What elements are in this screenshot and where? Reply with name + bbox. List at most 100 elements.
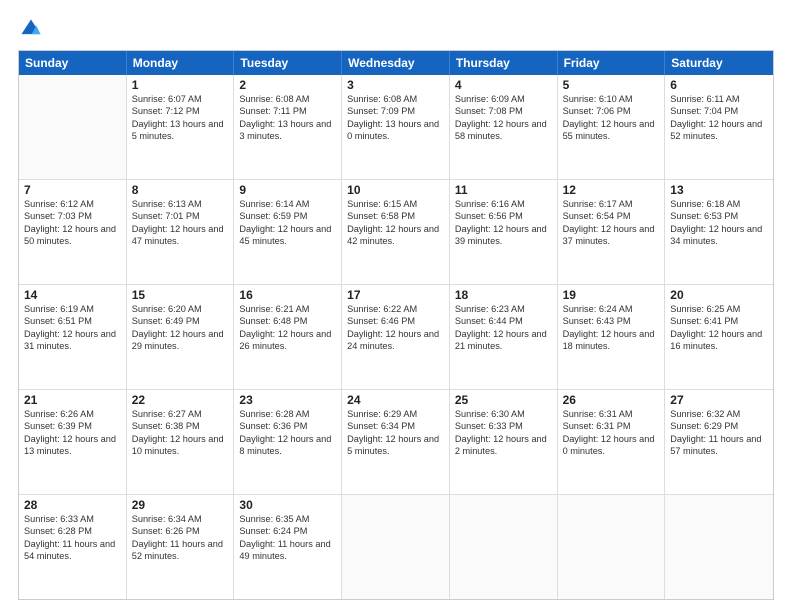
sunset-text: Sunset: 7:08 PM <box>455 105 552 117</box>
daylight-text: Daylight: 11 hours and 49 minutes. <box>239 538 336 563</box>
sunset-text: Sunset: 7:06 PM <box>563 105 660 117</box>
day-number: 27 <box>670 393 768 407</box>
daylight-text: Daylight: 11 hours and 57 minutes. <box>670 433 768 458</box>
calendar-cell: 15 Sunrise: 6:20 AM Sunset: 6:49 PM Dayl… <box>127 285 235 389</box>
day-number: 19 <box>563 288 660 302</box>
daylight-text: Daylight: 12 hours and 47 minutes. <box>132 223 229 248</box>
day-number: 30 <box>239 498 336 512</box>
sunrise-text: Sunrise: 6:07 AM <box>132 93 229 105</box>
daylight-text: Daylight: 12 hours and 52 minutes. <box>670 118 768 143</box>
calendar-row: 1 Sunrise: 6:07 AM Sunset: 7:12 PM Dayli… <box>19 75 773 180</box>
day-number: 6 <box>670 78 768 92</box>
sunrise-text: Sunrise: 6:20 AM <box>132 303 229 315</box>
calendar: SundayMondayTuesdayWednesdayThursdayFrid… <box>18 50 774 600</box>
daylight-text: Daylight: 11 hours and 54 minutes. <box>24 538 121 563</box>
calendar-cell: 13 Sunrise: 6:18 AM Sunset: 6:53 PM Dayl… <box>665 180 773 284</box>
sunset-text: Sunset: 6:48 PM <box>239 315 336 327</box>
day-number: 13 <box>670 183 768 197</box>
weekday-header: Tuesday <box>234 51 342 75</box>
sunrise-text: Sunrise: 6:22 AM <box>347 303 444 315</box>
day-number: 16 <box>239 288 336 302</box>
sunset-text: Sunset: 6:36 PM <box>239 420 336 432</box>
day-number: 26 <box>563 393 660 407</box>
sunset-text: Sunset: 6:24 PM <box>239 525 336 537</box>
sunset-text: Sunset: 7:11 PM <box>239 105 336 117</box>
sunrise-text: Sunrise: 6:17 AM <box>563 198 660 210</box>
sunset-text: Sunset: 7:09 PM <box>347 105 444 117</box>
day-number: 15 <box>132 288 229 302</box>
sunset-text: Sunset: 6:38 PM <box>132 420 229 432</box>
header <box>18 18 774 40</box>
sunrise-text: Sunrise: 6:32 AM <box>670 408 768 420</box>
calendar-body: 1 Sunrise: 6:07 AM Sunset: 7:12 PM Dayli… <box>19 75 773 599</box>
sunrise-text: Sunrise: 6:33 AM <box>24 513 121 525</box>
calendar-cell <box>19 75 127 179</box>
sunrise-text: Sunrise: 6:29 AM <box>347 408 444 420</box>
calendar-cell: 7 Sunrise: 6:12 AM Sunset: 7:03 PM Dayli… <box>19 180 127 284</box>
sunrise-text: Sunrise: 6:34 AM <box>132 513 229 525</box>
calendar-cell: 23 Sunrise: 6:28 AM Sunset: 6:36 PM Dayl… <box>234 390 342 494</box>
sunrise-text: Sunrise: 6:24 AM <box>563 303 660 315</box>
weekday-header: Friday <box>558 51 666 75</box>
daylight-text: Daylight: 12 hours and 5 minutes. <box>347 433 444 458</box>
sunrise-text: Sunrise: 6:08 AM <box>239 93 336 105</box>
sunset-text: Sunset: 6:28 PM <box>24 525 121 537</box>
sunrise-text: Sunrise: 6:27 AM <box>132 408 229 420</box>
daylight-text: Daylight: 13 hours and 5 minutes. <box>132 118 229 143</box>
sunset-text: Sunset: 6:41 PM <box>670 315 768 327</box>
calendar-cell: 12 Sunrise: 6:17 AM Sunset: 6:54 PM Dayl… <box>558 180 666 284</box>
daylight-text: Daylight: 12 hours and 45 minutes. <box>239 223 336 248</box>
daylight-text: Daylight: 12 hours and 34 minutes. <box>670 223 768 248</box>
sunset-text: Sunset: 6:51 PM <box>24 315 121 327</box>
sunset-text: Sunset: 6:56 PM <box>455 210 552 222</box>
day-number: 10 <box>347 183 444 197</box>
calendar-header: SundayMondayTuesdayWednesdayThursdayFrid… <box>19 51 773 75</box>
calendar-cell: 16 Sunrise: 6:21 AM Sunset: 6:48 PM Dayl… <box>234 285 342 389</box>
daylight-text: Daylight: 12 hours and 37 minutes. <box>563 223 660 248</box>
sunrise-text: Sunrise: 6:28 AM <box>239 408 336 420</box>
day-number: 7 <box>24 183 121 197</box>
calendar-cell <box>450 495 558 599</box>
sunset-text: Sunset: 6:49 PM <box>132 315 229 327</box>
day-number: 23 <box>239 393 336 407</box>
sunset-text: Sunset: 6:46 PM <box>347 315 444 327</box>
sunrise-text: Sunrise: 6:14 AM <box>239 198 336 210</box>
day-number: 25 <box>455 393 552 407</box>
day-number: 21 <box>24 393 121 407</box>
page: SundayMondayTuesdayWednesdayThursdayFrid… <box>0 0 792 612</box>
sunrise-text: Sunrise: 6:31 AM <box>563 408 660 420</box>
day-number: 18 <box>455 288 552 302</box>
calendar-cell: 29 Sunrise: 6:34 AM Sunset: 6:26 PM Dayl… <box>127 495 235 599</box>
sunset-text: Sunset: 6:33 PM <box>455 420 552 432</box>
sunset-text: Sunset: 7:04 PM <box>670 105 768 117</box>
day-number: 1 <box>132 78 229 92</box>
sunset-text: Sunset: 6:39 PM <box>24 420 121 432</box>
day-number: 11 <box>455 183 552 197</box>
daylight-text: Daylight: 12 hours and 29 minutes. <box>132 328 229 353</box>
calendar-cell <box>665 495 773 599</box>
daylight-text: Daylight: 12 hours and 0 minutes. <box>563 433 660 458</box>
sunset-text: Sunset: 6:34 PM <box>347 420 444 432</box>
calendar-cell: 20 Sunrise: 6:25 AM Sunset: 6:41 PM Dayl… <box>665 285 773 389</box>
sunset-text: Sunset: 6:58 PM <box>347 210 444 222</box>
calendar-cell: 11 Sunrise: 6:16 AM Sunset: 6:56 PM Dayl… <box>450 180 558 284</box>
weekday-header: Monday <box>127 51 235 75</box>
calendar-cell: 10 Sunrise: 6:15 AM Sunset: 6:58 PM Dayl… <box>342 180 450 284</box>
weekday-header: Saturday <box>665 51 773 75</box>
daylight-text: Daylight: 11 hours and 52 minutes. <box>132 538 229 563</box>
sunrise-text: Sunrise: 6:11 AM <box>670 93 768 105</box>
day-number: 20 <box>670 288 768 302</box>
sunset-text: Sunset: 7:12 PM <box>132 105 229 117</box>
day-number: 29 <box>132 498 229 512</box>
daylight-text: Daylight: 12 hours and 21 minutes. <box>455 328 552 353</box>
calendar-cell: 1 Sunrise: 6:07 AM Sunset: 7:12 PM Dayli… <box>127 75 235 179</box>
day-number: 14 <box>24 288 121 302</box>
calendar-cell: 14 Sunrise: 6:19 AM Sunset: 6:51 PM Dayl… <box>19 285 127 389</box>
calendar-cell: 5 Sunrise: 6:10 AM Sunset: 7:06 PM Dayli… <box>558 75 666 179</box>
calendar-row: 21 Sunrise: 6:26 AM Sunset: 6:39 PM Dayl… <box>19 390 773 495</box>
sunset-text: Sunset: 7:01 PM <box>132 210 229 222</box>
sunrise-text: Sunrise: 6:21 AM <box>239 303 336 315</box>
sunset-text: Sunset: 6:53 PM <box>670 210 768 222</box>
day-number: 17 <box>347 288 444 302</box>
calendar-row: 7 Sunrise: 6:12 AM Sunset: 7:03 PM Dayli… <box>19 180 773 285</box>
